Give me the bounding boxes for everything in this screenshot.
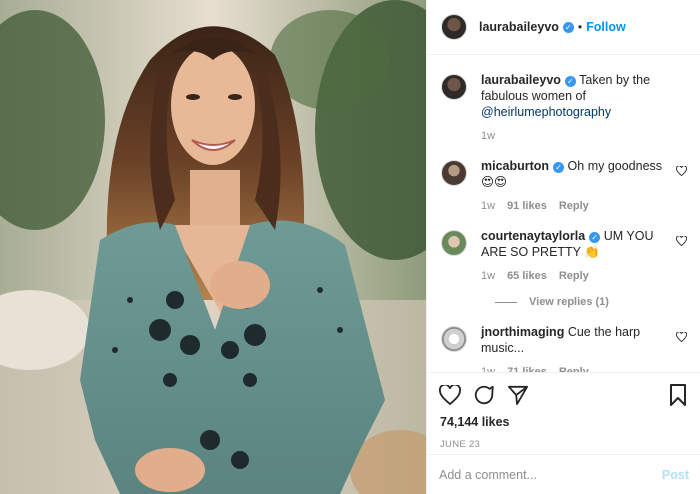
view-replies-button[interactable]: View replies (1) (495, 296, 687, 308)
avatar[interactable] (441, 14, 467, 40)
follow-button[interactable]: Follow (586, 20, 626, 34)
author-username[interactable]: laurabaileyvo (479, 20, 559, 34)
separator-dot: • (577, 20, 583, 34)
list-item: courtenaytaylorla ✓ UM YOU ARE SO PRETTY … (441, 228, 687, 284)
post-header: laurabaileyvo ✓ • Follow (427, 0, 700, 55)
comment-body: jnorthimaging Cue the harp music... 1w 7… (481, 324, 677, 372)
comment-likes[interactable]: 71 likes (507, 364, 547, 372)
comments-list[interactable]: laurabaileyvo ✓ Taken by the fabulous wom… (427, 56, 700, 372)
list-item: micaburton ✓ Oh my goodness 😍😍 1w 91 like… (441, 158, 687, 214)
verified-badge-icon: ✓ (564, 76, 576, 87)
comment-time[interactable]: 1w (481, 364, 495, 372)
list-item: jnorthimaging Cue the harp music... 1w 7… (441, 324, 687, 372)
post-comment-button[interactable]: Post (662, 468, 689, 482)
comment-time[interactable]: 1w (481, 268, 495, 284)
comment-username[interactable]: micaburton (481, 159, 549, 173)
reply-button[interactable]: Reply (559, 198, 589, 214)
comment-meta: 1w 91 likes Reply (481, 198, 677, 214)
post-photo[interactable] (0, 0, 426, 494)
comment-likes[interactable]: 91 likes (507, 198, 547, 214)
add-comment-bar: Post (427, 454, 700, 494)
caption-username[interactable]: laurabaileyvo (481, 73, 561, 87)
avatar[interactable] (441, 326, 467, 352)
share-icon[interactable] (507, 385, 529, 405)
like-comment-heart-icon[interactable] (676, 332, 687, 342)
comment-username[interactable]: jnorthimaging (481, 325, 564, 339)
post-date[interactable]: JUNE 23 (439, 439, 689, 450)
comment-icon[interactable] (473, 384, 495, 406)
avatar[interactable] (441, 160, 467, 186)
comment-body: micaburton ✓ Oh my goodness 😍😍 1w 91 like… (481, 158, 677, 214)
comment-input[interactable] (439, 467, 662, 482)
avatar[interactable] (441, 74, 467, 100)
post-actions: 74,144 likes JUNE 23 (427, 372, 700, 450)
post-viewer: laurabaileyvo ✓ • Follow laurabaileyvo ✓ … (0, 0, 700, 494)
comment-meta: 1w 65 likes Reply (481, 268, 677, 284)
like-comment-heart-icon[interactable] (676, 236, 687, 246)
caption: laurabaileyvo ✓ Taken by the fabulous wom… (441, 72, 687, 144)
caption-meta: 1w (481, 128, 677, 144)
comment-body: courtenaytaylorla ✓ UM YOU ARE SO PRETTY … (481, 228, 677, 284)
post-side-panel: laurabaileyvo ✓ • Follow laurabaileyvo ✓ … (426, 0, 700, 494)
avatar[interactable] (441, 230, 467, 256)
verified-badge-icon: ✓ (553, 162, 565, 173)
heart-icon[interactable] (439, 385, 461, 405)
comment-time[interactable]: 1w (481, 128, 495, 144)
mention-link[interactable]: @heirlumephotography (481, 105, 611, 119)
comment-time[interactable]: 1w (481, 198, 495, 214)
reply-button[interactable]: Reply (559, 268, 589, 284)
post-photo-illustration (0, 0, 426, 494)
like-comment-heart-icon[interactable] (676, 166, 687, 176)
verified-badge-icon: ✓ (562, 21, 574, 33)
comment-username[interactable]: courtenaytaylorla (481, 229, 585, 243)
comment-likes[interactable]: 65 likes (507, 268, 547, 284)
likes-count[interactable]: 74,144 likes (439, 415, 689, 429)
comment-meta: 1w 71 likes Reply (481, 364, 677, 372)
verified-badge-icon: ✓ (589, 232, 601, 243)
action-icons (439, 381, 689, 409)
view-replies-label: View replies (1) (529, 296, 609, 308)
caption-body: laurabaileyvo ✓ Taken by the fabulous wom… (481, 72, 677, 144)
replies-divider (495, 301, 517, 303)
reply-button[interactable]: Reply (559, 364, 589, 372)
bookmark-icon[interactable] (669, 384, 687, 406)
